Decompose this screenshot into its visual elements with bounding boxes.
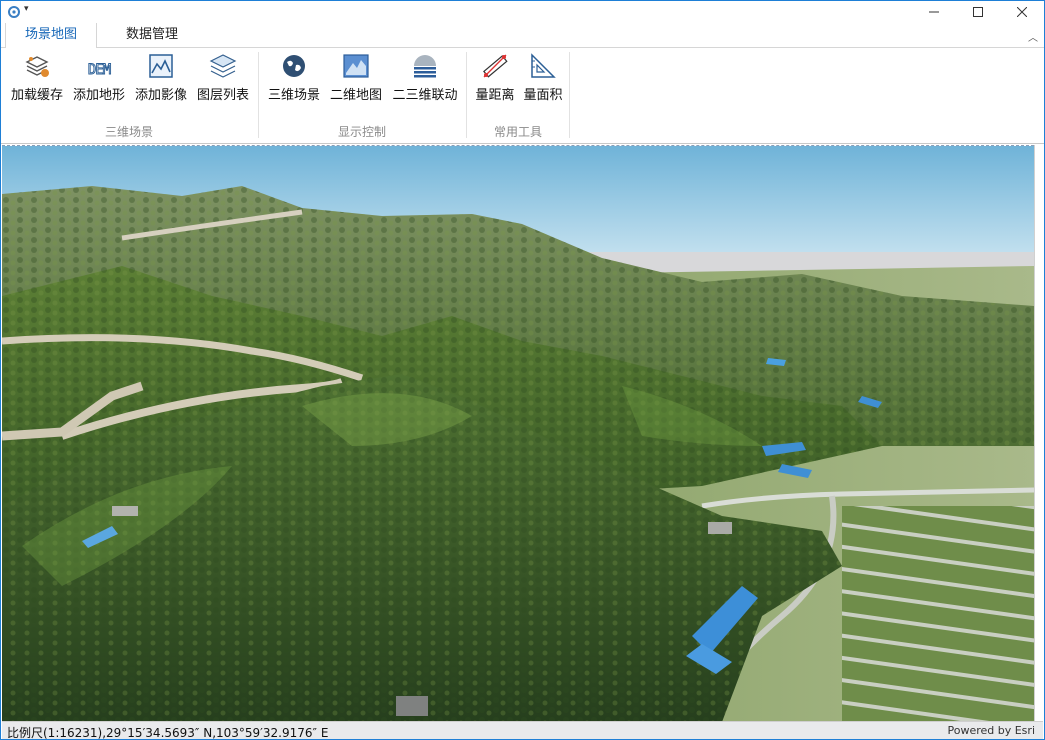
- group-title-3d-scene: 三维场景: [104, 125, 153, 139]
- building: [396, 696, 428, 716]
- maximize-icon: [973, 7, 983, 17]
- layers-icon: [209, 54, 237, 78]
- maximize-button[interactable]: [956, 1, 1000, 23]
- building: [708, 522, 732, 534]
- minimize-button[interactable]: [912, 1, 956, 23]
- load-cache-icon: [25, 56, 49, 77]
- triangle-ruler-icon: [531, 53, 556, 78]
- measure-distance-label: 量距离: [475, 88, 515, 103]
- globe-icon: [283, 55, 305, 77]
- group-3d-scene: 加载缓存 DEM 添加地形 添加影像 图层列表 三维场景: [1, 48, 257, 144]
- map-icon: [343, 54, 369, 78]
- svg-text:DEM: DEM: [88, 62, 111, 78]
- 3d-scene-button[interactable]: 三维场景: [263, 52, 325, 104]
- add-image-label: 添加影像: [134, 88, 187, 103]
- group-title-common-tools: 常用工具: [493, 125, 542, 139]
- 3d-scene-view[interactable]: [2, 145, 1034, 721]
- measure-distance-button[interactable]: 量距离: [471, 52, 519, 104]
- 2d-map-button[interactable]: 二维地图: [325, 52, 387, 104]
- title-bar: ▾: [1, 1, 1044, 23]
- measure-area-button[interactable]: 量面积: [519, 52, 567, 104]
- add-terrain-label: 添加地形: [72, 88, 125, 103]
- ribbon-collapse-icon[interactable]: ︿: [1028, 29, 1038, 44]
- tab-data-management[interactable]: 数据管理: [109, 23, 195, 48]
- close-icon: [1017, 7, 1027, 17]
- tab-scene-map[interactable]: 场景地图: [5, 23, 97, 49]
- sync-view-icon: [414, 55, 436, 78]
- greenhouse-fields: [842, 506, 1034, 721]
- scale-coordinates-readout: 比例尺(1:16231),29°15′34.5693″ N,103°59′32.…: [7, 726, 329, 740]
- group-divider: [569, 52, 570, 138]
- group-title-display-control: 显示控制: [337, 125, 386, 139]
- group-display-control: 三维场景 二维地图 二三维联动 显示控制: [259, 48, 465, 144]
- add-image-button[interactable]: 添加影像: [131, 52, 191, 104]
- ribbon-tabs: 场景地图 数据管理 ︿: [1, 23, 1044, 49]
- building: [112, 506, 138, 516]
- terrain-scene[interactable]: [2, 146, 1034, 721]
- ribbon: 加载缓存 DEM 添加地形 添加影像 图层列表 三维场景 三维场景 二维地图 二…: [1, 48, 1044, 144]
- 2d-3d-sync-label: 二三维联动: [392, 88, 458, 103]
- quick-access-dropdown[interactable]: ▾: [24, 4, 29, 14]
- application-window: ▾ 场景地图 数据管理 ︿ 加载缓存 DEM 添加地形 添加影像 图层列表 三维…: [0, 0, 1045, 740]
- close-button[interactable]: [1000, 1, 1044, 23]
- status-bar: 比例尺(1:16231),29°15′34.5693″ N,103°59′32.…: [2, 721, 1043, 740]
- 3d-scene-label: 三维场景: [267, 88, 320, 103]
- load-cache-label: 加载缓存: [10, 88, 63, 103]
- add-terrain-button[interactable]: DEM 添加地形: [69, 52, 129, 104]
- 2d-map-label: 二维地图: [329, 88, 382, 103]
- scroll-gutter: [1034, 145, 1044, 721]
- app-icon[interactable]: [7, 5, 21, 19]
- minimize-icon: [929, 11, 939, 13]
- load-cache-button[interactable]: 加载缓存: [7, 52, 67, 104]
- image-icon: [149, 54, 173, 78]
- esri-attribution: Powered by Esri: [947, 724, 1035, 737]
- measure-area-label: 量面积: [523, 88, 563, 103]
- ruler-icon: [483, 54, 508, 78]
- layer-list-label: 图层列表: [196, 88, 249, 103]
- layer-list-button[interactable]: 图层列表: [193, 52, 253, 104]
- dem-icon: DEM: [87, 62, 112, 79]
- group-common-tools: 量距离 量面积 常用工具: [467, 48, 569, 144]
- 2d-3d-sync-button[interactable]: 二三维联动: [389, 52, 461, 104]
